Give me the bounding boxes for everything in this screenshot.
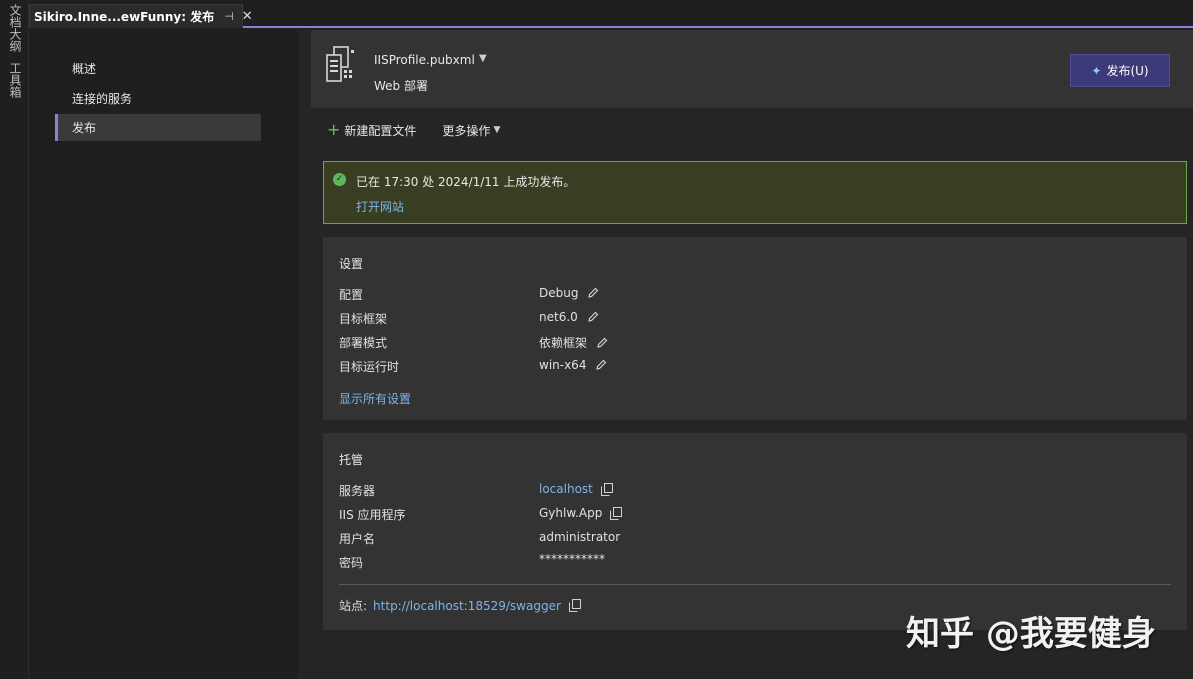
publish-main-panel: IISProfile.pubxml ▼ Web 部署 ✦ 发布(U) + 新建配… bbox=[299, 30, 1193, 679]
pencil-icon[interactable] bbox=[587, 287, 599, 299]
publish-button-label: 发布(U) bbox=[1106, 64, 1149, 78]
show-all-settings-link[interactable]: 显示所有设置 bbox=[339, 390, 411, 407]
nav-item-label: 发布 bbox=[72, 121, 97, 135]
watermark: 知乎 @我要健身 bbox=[906, 614, 1156, 654]
site-row: 站点: http://localhost:18529/swagger bbox=[339, 597, 581, 614]
site-label: 站点: bbox=[339, 599, 368, 613]
globe-icon: ✦ bbox=[1091, 63, 1102, 78]
hosting-value: *********** bbox=[539, 552, 605, 566]
copy-icon[interactable] bbox=[610, 506, 623, 520]
check-circle-icon: ✓ bbox=[333, 173, 346, 186]
profile-header: IISProfile.pubxml ▼ Web 部署 ✦ 发布(U) bbox=[311, 30, 1193, 108]
hosting-key: 用户名 bbox=[339, 532, 376, 546]
plus-icon: + bbox=[327, 120, 341, 139]
profile-toolbar: + 新建配置文件 更多操作 ▼ bbox=[327, 122, 500, 138]
pencil-icon[interactable] bbox=[596, 337, 608, 349]
hosting-key: 密码 bbox=[339, 556, 364, 570]
publish-profile-icon bbox=[326, 46, 354, 82]
setting-key: 配置 bbox=[339, 288, 364, 302]
pencil-icon[interactable] bbox=[595, 359, 607, 371]
left-navigation: 概述 连接的服务 发布 bbox=[29, 30, 299, 679]
copy-icon[interactable] bbox=[568, 599, 581, 612]
profile-type: Web 部署 bbox=[374, 79, 428, 93]
setting-value-text: Debug bbox=[539, 286, 579, 300]
tab-publish[interactable]: Sikiro.Inne...ewFunny: 发布 ⊣ ✕ bbox=[29, 4, 253, 28]
setting-value-text: win-x64 bbox=[539, 358, 587, 372]
profile-selector[interactable]: IISProfile.pubxml bbox=[374, 53, 475, 67]
site-url-link[interactable]: http://localhost:18529/swagger bbox=[373, 599, 561, 613]
nav-item-label: 概述 bbox=[72, 62, 97, 76]
chevron-down-icon[interactable]: ▼ bbox=[493, 125, 500, 135]
password-masked: *********** bbox=[539, 552, 605, 566]
hosting-title: 托管 bbox=[339, 453, 364, 467]
hosting-key: 服务器 bbox=[339, 484, 376, 498]
pencil-icon[interactable] bbox=[587, 311, 599, 323]
settings-card: 设置 配置 Debug 目标框架 net6.0 部署模式 依赖框架 目标运行时 … bbox=[323, 237, 1187, 420]
new-profile-button[interactable]: 新建配置文件 bbox=[344, 122, 416, 139]
hosting-key: IIS 应用程序 bbox=[339, 508, 406, 522]
chevron-down-icon[interactable]: ▼ bbox=[479, 53, 487, 64]
side-tool-rail: 文档大纲 工具箱 bbox=[0, 0, 29, 679]
hosting-value-text: administrator bbox=[539, 530, 621, 544]
success-message: 已在 17:30 处 2024/1/11 上成功发布。 bbox=[356, 175, 576, 189]
setting-key: 部署模式 bbox=[339, 336, 388, 350]
setting-value: Debug bbox=[539, 286, 599, 300]
rail-document-outline[interactable]: 文档大纲 bbox=[7, 4, 24, 52]
setting-value: win-x64 bbox=[539, 358, 607, 372]
hosting-value: localhost bbox=[539, 482, 613, 496]
divider bbox=[339, 584, 1171, 585]
hosting-value-text: Gyhlw.App bbox=[539, 506, 603, 520]
setting-value: net6.0 bbox=[539, 310, 599, 324]
close-icon[interactable]: ✕ bbox=[242, 9, 253, 24]
rail-toolbox[interactable]: 工具箱 bbox=[7, 62, 24, 98]
setting-value-text: net6.0 bbox=[539, 310, 578, 324]
nav-item-overview[interactable]: 概述 bbox=[55, 55, 261, 82]
nav-item-connected-services[interactable]: 连接的服务 bbox=[55, 85, 261, 112]
setting-key: 目标运行时 bbox=[339, 360, 400, 374]
server-link[interactable]: localhost bbox=[539, 482, 593, 496]
pin-icon[interactable]: ⊣ bbox=[224, 10, 234, 23]
hosting-value: Gyhlw.App bbox=[539, 506, 623, 520]
publish-button[interactable]: ✦ 发布(U) bbox=[1070, 54, 1170, 87]
nav-item-publish[interactable]: 发布 bbox=[55, 114, 261, 141]
tab-title: Sikiro.Inne...ewFunny: 发布 bbox=[34, 10, 215, 24]
setting-value-text: 依赖框架 bbox=[539, 336, 588, 350]
settings-title: 设置 bbox=[339, 257, 364, 271]
nav-item-label: 连接的服务 bbox=[72, 92, 133, 106]
hosting-value: administrator bbox=[539, 530, 620, 544]
setting-value: 依赖框架 bbox=[539, 334, 608, 351]
copy-icon[interactable] bbox=[600, 482, 613, 496]
hosting-card: 托管 服务器 localhost IIS 应用程序 Gyhlw.App 用户名 … bbox=[323, 433, 1187, 630]
publish-success-banner: ✓ 已在 17:30 处 2024/1/11 上成功发布。 打开网站 bbox=[323, 161, 1187, 224]
document-tab-strip: Sikiro.Inne...ewFunny: 发布 ⊣ ✕ bbox=[29, 0, 1193, 28]
open-site-link[interactable]: 打开网站 bbox=[356, 198, 404, 215]
more-actions-button[interactable]: 更多操作 bbox=[442, 122, 490, 139]
setting-key: 目标框架 bbox=[339, 312, 388, 326]
